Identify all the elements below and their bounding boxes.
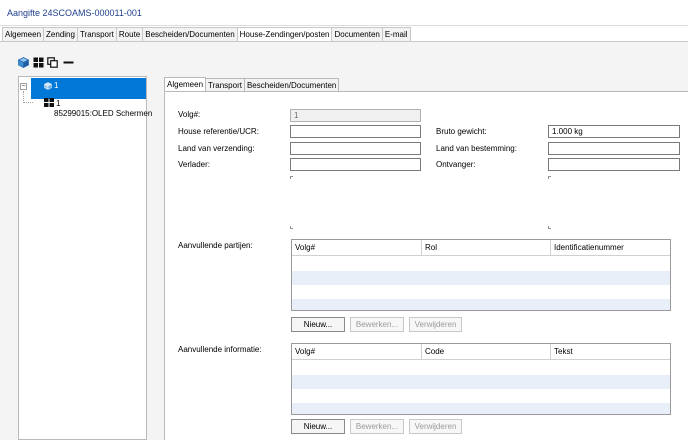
land-verzending-label: Land van verzending: [178,144,255,153]
column-header-code[interactable]: Code [422,344,551,360]
ontvanger-address-box-corner [548,226,551,229]
tab-route[interactable]: Route [115,27,144,41]
ontvanger-address-box-corner [548,176,551,179]
verlader-address-box-corner [290,226,293,229]
table-row[interactable] [292,361,670,375]
verlader-label: Verlader: [178,160,211,169]
partijen-edit-button[interactable]: Bewerken... [350,317,404,332]
grid-icon [44,98,54,107]
table-row[interactable] [292,403,670,414]
inner-tab-bescheiden-documenten[interactable]: Bescheiden/Documenten [243,78,340,92]
bruto-gewicht-label: Bruto gewicht: [436,127,487,136]
inner-tab-algemeen[interactable]: Algemeen [164,77,207,92]
grid-header: Volg# Code Tekst [292,344,670,360]
table-row[interactable] [292,375,670,389]
cube-icon [44,82,52,90]
informatie-delete-button[interactable]: Verwijderen [409,419,462,434]
volg-field[interactable]: 1 [290,109,421,122]
aanvullende-informatie-label: Aanvullende informatie: [178,345,262,354]
grid-header: Volg# Rol Identificatienummer [292,240,670,256]
tab-email[interactable]: E-mail [381,27,411,41]
tree-connector [23,102,33,103]
table-row[interactable] [292,389,670,403]
tree-node-root[interactable]: 1 [31,78,146,99]
house-ref-field[interactable] [290,125,421,138]
informatie-edit-button[interactable]: Bewerken... [350,419,404,434]
table-row[interactable] [292,285,670,299]
informatie-grid[interactable]: Volg# Code Tekst [291,343,671,415]
tree-collapse-toggle[interactable]: − [20,83,27,90]
title-divider [0,25,688,26]
verlader-field[interactable] [290,158,421,171]
land-bestemming-label: Land van bestemming: [436,144,517,153]
aanvullende-partijen-label: Aanvullende partijen: [178,241,253,250]
column-header-volg[interactable]: Volg# [292,240,422,256]
tree-panel: − 1 1 85299015:OLED Schermen [18,76,152,440]
table-row[interactable] [292,257,670,271]
bruto-gewicht-field[interactable]: 1.000 kg [548,125,680,138]
window-title: Aangifte 24SCOAMS-000011-001 [7,8,142,18]
tab-bescheiden-documenten[interactable]: Bescheiden/Documenten [142,27,238,41]
column-header-tekst[interactable]: Tekst [551,344,670,360]
top-tab-bar: Algemeen Zending Transport Route Beschei… [2,27,411,42]
house-ref-label: House referentie/UCR: [178,127,259,136]
land-bestemming-field[interactable] [548,142,680,155]
partijen-grid[interactable]: Volg# Rol Identificatienummer [291,239,671,311]
tab-algemeen[interactable]: Algemeen [2,27,45,41]
inner-tab-bar: Algemeen Transport Bescheiden/Documenten [164,77,340,92]
inner-tab-transport[interactable]: Transport [205,78,245,92]
partijen-new-button[interactable]: Nieuw... [291,317,345,332]
grid-icon[interactable] [33,57,44,68]
tab-house-zendingen[interactable]: House-Zendingen/posten [236,27,333,42]
volg-label: Volg#: [178,110,201,119]
ontvanger-label: Ontvanger: [436,160,476,169]
informatie-new-button[interactable]: Nieuw... [291,419,345,434]
tab-zending[interactable]: Zending [43,27,78,41]
tree-node-child-label[interactable]: 1 [56,99,60,108]
column-header-volg[interactable]: Volg# [292,344,422,360]
column-header-rol[interactable]: Rol [422,240,551,256]
tree-node-root-label: 1 [54,81,59,90]
table-row[interactable] [292,271,670,285]
land-verzending-field[interactable] [290,142,421,155]
tree-node-child-description[interactable]: 85299015:OLED Schermen [54,109,152,118]
minus-icon[interactable] [63,57,74,68]
table-row[interactable] [292,299,670,310]
column-header-identificatienummer[interactable]: Identificatienummer [551,240,670,256]
ontvanger-field[interactable] [548,158,680,171]
partijen-delete-button[interactable]: Verwijderen [409,317,462,332]
copy-icon[interactable] [47,57,58,68]
cube-icon[interactable] [18,57,29,68]
tab-documenten[interactable]: Documenten [331,27,383,41]
verlader-address-box-corner [290,176,293,179]
tab-transport[interactable]: Transport [76,27,117,41]
